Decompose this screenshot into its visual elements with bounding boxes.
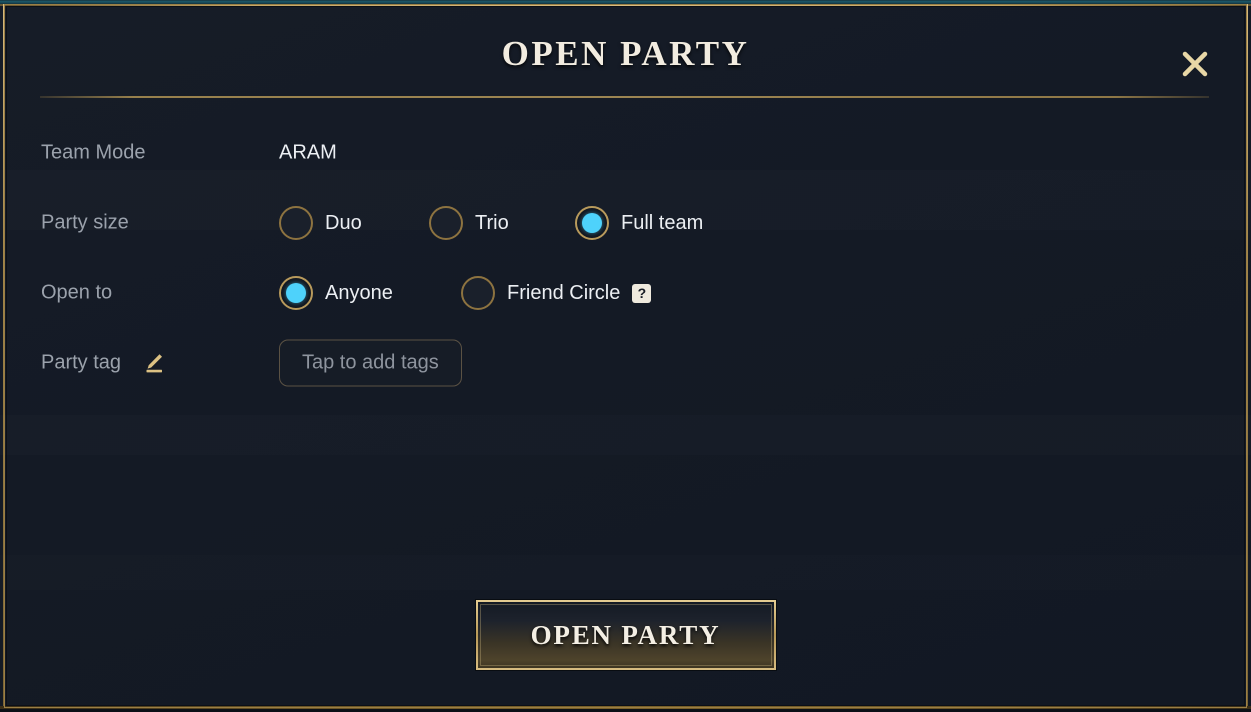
radio-option-full-team[interactable]: Full team xyxy=(575,206,703,240)
add-tags-button[interactable]: Tap to add tags xyxy=(279,339,462,387)
close-icon[interactable] xyxy=(1175,44,1215,84)
modal-footer: OPEN PARTY xyxy=(0,600,1251,670)
page-title: OPEN PARTY xyxy=(501,34,750,73)
row-party-size: Party size Duo Trio Full team xyxy=(0,188,1251,258)
radio-indicator-anyone[interactable] xyxy=(279,276,313,310)
radio-indicator-duo[interactable] xyxy=(279,206,313,240)
open-party-modal: OPEN PARTY Team Mode ARAM Party size Duo xyxy=(0,0,1251,712)
row-party-tag: Party tag Tap to add tags xyxy=(0,328,1251,398)
radio-label-duo: Duo xyxy=(325,211,362,234)
radio-label-full-team: Full team xyxy=(621,211,704,234)
row-open-to: Open to Anyone Friend Circle ? xyxy=(0,258,1251,328)
party-size-label: Party size xyxy=(41,211,129,234)
team-mode-label: Team Mode xyxy=(41,141,146,164)
party-tag-label: Party tag xyxy=(41,351,122,374)
open-party-button-label: OPEN PARTY xyxy=(530,619,721,650)
radio-indicator-friend-circle[interactable] xyxy=(461,276,495,310)
party-settings-form: Team Mode ARAM Party size Duo Trio Full … xyxy=(0,118,1251,398)
radio-label-anyone: Anyone xyxy=(325,281,393,304)
radio-option-friend-circle[interactable]: Friend Circle ? xyxy=(461,276,652,310)
top-gold-edge xyxy=(0,4,1251,6)
row-team-mode: Team Mode ARAM xyxy=(0,118,1251,188)
pencil-icon[interactable] xyxy=(140,350,166,376)
help-icon[interactable]: ? xyxy=(632,283,652,303)
radio-label-trio: Trio xyxy=(475,211,509,234)
radio-option-anyone[interactable]: Anyone xyxy=(279,276,461,310)
radio-option-duo[interactable]: Duo xyxy=(279,206,429,240)
radio-option-trio[interactable]: Trio xyxy=(429,206,575,240)
radio-indicator-trio[interactable] xyxy=(429,206,463,240)
open-to-label: Open to xyxy=(41,281,113,304)
open-to-radio-group: Anyone Friend Circle ? xyxy=(279,276,652,310)
header-divider xyxy=(40,96,1209,98)
radio-indicator-full-team[interactable] xyxy=(575,206,609,240)
open-party-button[interactable]: OPEN PARTY xyxy=(475,600,776,670)
modal-header: OPEN PARTY xyxy=(0,8,1251,100)
party-size-radio-group: Duo Trio Full team xyxy=(279,206,703,240)
radio-label-friend-circle: Friend Circle xyxy=(507,281,621,304)
team-mode-value: ARAM xyxy=(279,141,337,164)
